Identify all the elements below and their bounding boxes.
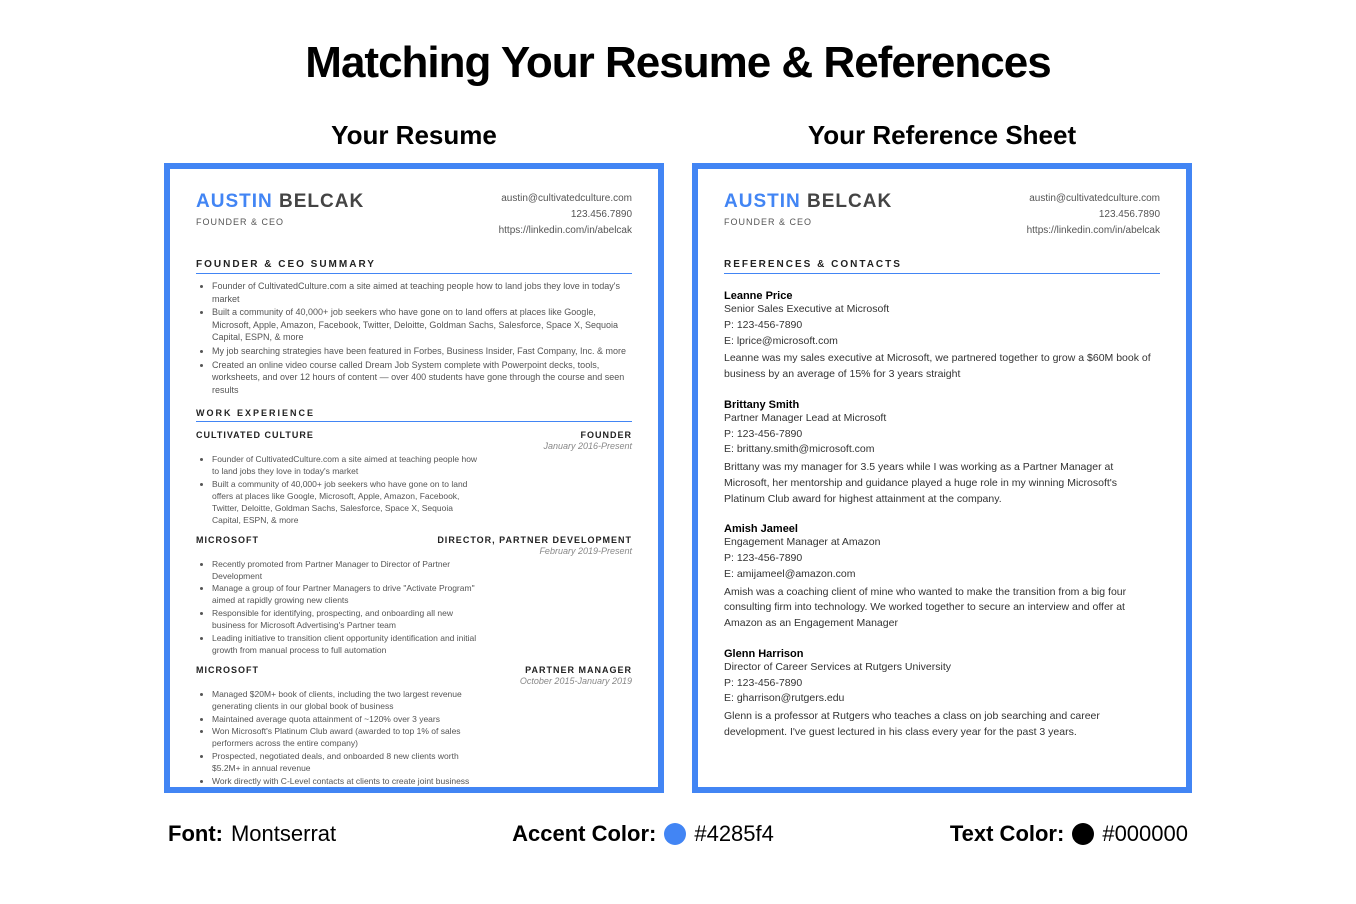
contact-email: austin@cultivatedculture.com [1027,191,1160,207]
reference-description: Brittany was my manager for 3.5 years wh… [724,460,1160,507]
reference-item: Leanne PriceSenior Sales Executive at Mi… [724,290,1160,383]
reference-name: Leanne Price [724,290,1160,302]
resume-subtitle: FOUNDER & CEO [196,217,364,227]
resume-column: Your Resume AUSTIN BELCAK FOUNDER & CEO … [164,120,664,793]
contact-phone: 123.456.7890 [1027,207,1160,223]
accent-swatch-icon [664,823,686,845]
summary-heading: FOUNDER & CEO SUMMARY [196,259,632,274]
reference-role: Partner Manager Lead at Microsoft [724,411,1160,427]
legend-font-value: Montserrat [231,821,336,847]
job-company: MICROSOFT [196,665,259,686]
job-dates: October 2015-January 2019 [520,676,632,686]
job-bullet: Won Microsoft's Platinum Club award (awa… [212,726,482,750]
legend-font: Font: Montserrat [168,821,336,847]
legend-accent-label: Accent Color: [512,821,656,847]
reference-phone: P: 123-456-7890 [724,551,1160,567]
summary-bullets: Founder of CultivatedCulture.com a site … [212,280,632,396]
job-title: FOUNDER [543,430,632,440]
legend-font-label: Font: [168,821,223,847]
name-last: BELCAK [807,191,892,212]
reference-item: Brittany SmithPartner Manager Lead at Mi… [724,399,1160,508]
job-bullet: Manage a group of four Partner Managers … [212,583,482,607]
job-block: MICROSOFT PARTNER MANAGEROctober 2015-Jan… [196,665,632,793]
reference-name: Amish Jameel [724,523,1160,535]
reference-role: Engagement Manager at Amazon [724,535,1160,551]
job-block: MICROSOFT DIRECTOR, PARTNER DEVELOPMENTFe… [196,535,632,657]
references-subtitle: FOUNDER & CEO [724,217,892,227]
name-last: BELCAK [279,191,364,212]
summary-bullet: Created an online video course called Dr… [212,359,632,397]
legend-text-label: Text Color: [950,821,1064,847]
reference-email: E: gharrison@rutgers.edu [724,691,1160,707]
job-dates: February 2019-Present [437,546,632,556]
reference-item: Glenn HarrisonDirector of Career Service… [724,648,1160,741]
references-header: AUSTIN BELCAK FOUNDER & CEO austin@culti… [724,191,1160,239]
resume-header: AUSTIN BELCAK FOUNDER & CEO austin@culti… [196,191,632,239]
legend-row: Font: Montserrat Accent Color: #4285f4 T… [168,821,1188,847]
job-company: MICROSOFT [196,535,259,556]
resume-name: AUSTIN BELCAK [196,191,364,213]
job-title: DIRECTOR, PARTNER DEVELOPMENT [437,535,632,545]
reference-role: Senior Sales Executive at Microsoft [724,302,1160,318]
reference-phone: P: 123-456-7890 [724,676,1160,692]
page-title: Matching Your Resume & References [0,0,1356,88]
job-bullet: Work directly with C-Level contacts at c… [212,776,482,793]
reference-description: Amish was a coaching client of mine who … [724,585,1160,632]
references-column: Your Reference Sheet AUSTIN BELCAK FOUND… [692,120,1192,793]
references-name: AUSTIN BELCAK [724,191,892,213]
contact-linkedin: https://linkedin.com/in/abelcak [499,223,632,239]
reference-name: Brittany Smith [724,399,1160,411]
contact-linkedin: https://linkedin.com/in/abelcak [1027,223,1160,239]
jobs-container: CULTIVATED CULTURE FOUNDERJanuary 2016-Pr… [196,430,632,793]
resume-column-title: Your Resume [164,120,664,151]
summary-bullet: Built a community of 40,000+ job seekers… [212,306,632,344]
job-bullet: Built a community of 40,000+ job seekers… [212,479,482,527]
job-bullet: Leading initiative to transition client … [212,633,482,657]
reference-description: Leanne was my sales executive at Microso… [724,351,1160,383]
references-heading: REFERENCES & CONTACTS [724,259,1160,274]
references-list: Leanne PriceSenior Sales Executive at Mi… [724,290,1160,741]
references-column-title: Your Reference Sheet [692,120,1192,151]
references-document: AUSTIN BELCAK FOUNDER & CEO austin@culti… [692,163,1192,793]
job-bullet: Managed $20M+ book of clients, including… [212,689,482,713]
document-columns: Your Resume AUSTIN BELCAK FOUNDER & CEO … [0,120,1356,793]
contact-email: austin@cultivatedculture.com [499,191,632,207]
reference-email: E: brittany.smith@microsoft.com [724,442,1160,458]
reference-email: E: lprice@microsoft.com [724,334,1160,350]
job-block: CULTIVATED CULTURE FOUNDERJanuary 2016-Pr… [196,430,632,526]
reference-role: Director of Career Services at Rutgers U… [724,660,1160,676]
legend-text: Text Color: #000000 [950,821,1188,847]
job-bullet: Prospected, negotiated deals, and onboar… [212,751,482,775]
job-bullet: Responsible for identifying, prospecting… [212,608,482,632]
contact-phone: 123.456.7890 [499,207,632,223]
legend-text-value: #000000 [1102,821,1188,847]
name-first: AUSTIN [196,191,273,212]
summary-bullet: My job searching strategies have been fe… [212,345,632,358]
job-bullet: Maintained average quota attainment of ~… [212,714,482,726]
reference-email: E: amijameel@amazon.com [724,567,1160,583]
job-dates: January 2016-Present [543,441,632,451]
legend-accent: Accent Color: #4285f4 [512,821,774,847]
resume-contact: austin@cultivatedculture.com 123.456.789… [499,191,632,239]
reference-description: Glenn is a professor at Rutgers who teac… [724,709,1160,741]
reference-item: Amish JameelEngagement Manager at Amazon… [724,523,1160,632]
summary-bullet: Founder of CultivatedCulture.com a site … [212,280,632,305]
job-bullet: Recently promoted from Partner Manager t… [212,559,482,583]
reference-name: Glenn Harrison [724,648,1160,660]
job-title: PARTNER MANAGER [520,665,632,675]
job-company: CULTIVATED CULTURE [196,430,314,451]
legend-accent-value: #4285f4 [694,821,774,847]
work-heading: WORK EXPERIENCE [196,408,632,422]
resume-document: AUSTIN BELCAK FOUNDER & CEO austin@culti… [164,163,664,793]
reference-phone: P: 123-456-7890 [724,318,1160,334]
name-first: AUSTIN [724,191,801,212]
text-swatch-icon [1072,823,1094,845]
references-contact: austin@cultivatedculture.com 123.456.789… [1027,191,1160,239]
reference-phone: P: 123-456-7890 [724,427,1160,443]
job-bullet: Founder of CultivatedCulture.com a site … [212,454,482,478]
